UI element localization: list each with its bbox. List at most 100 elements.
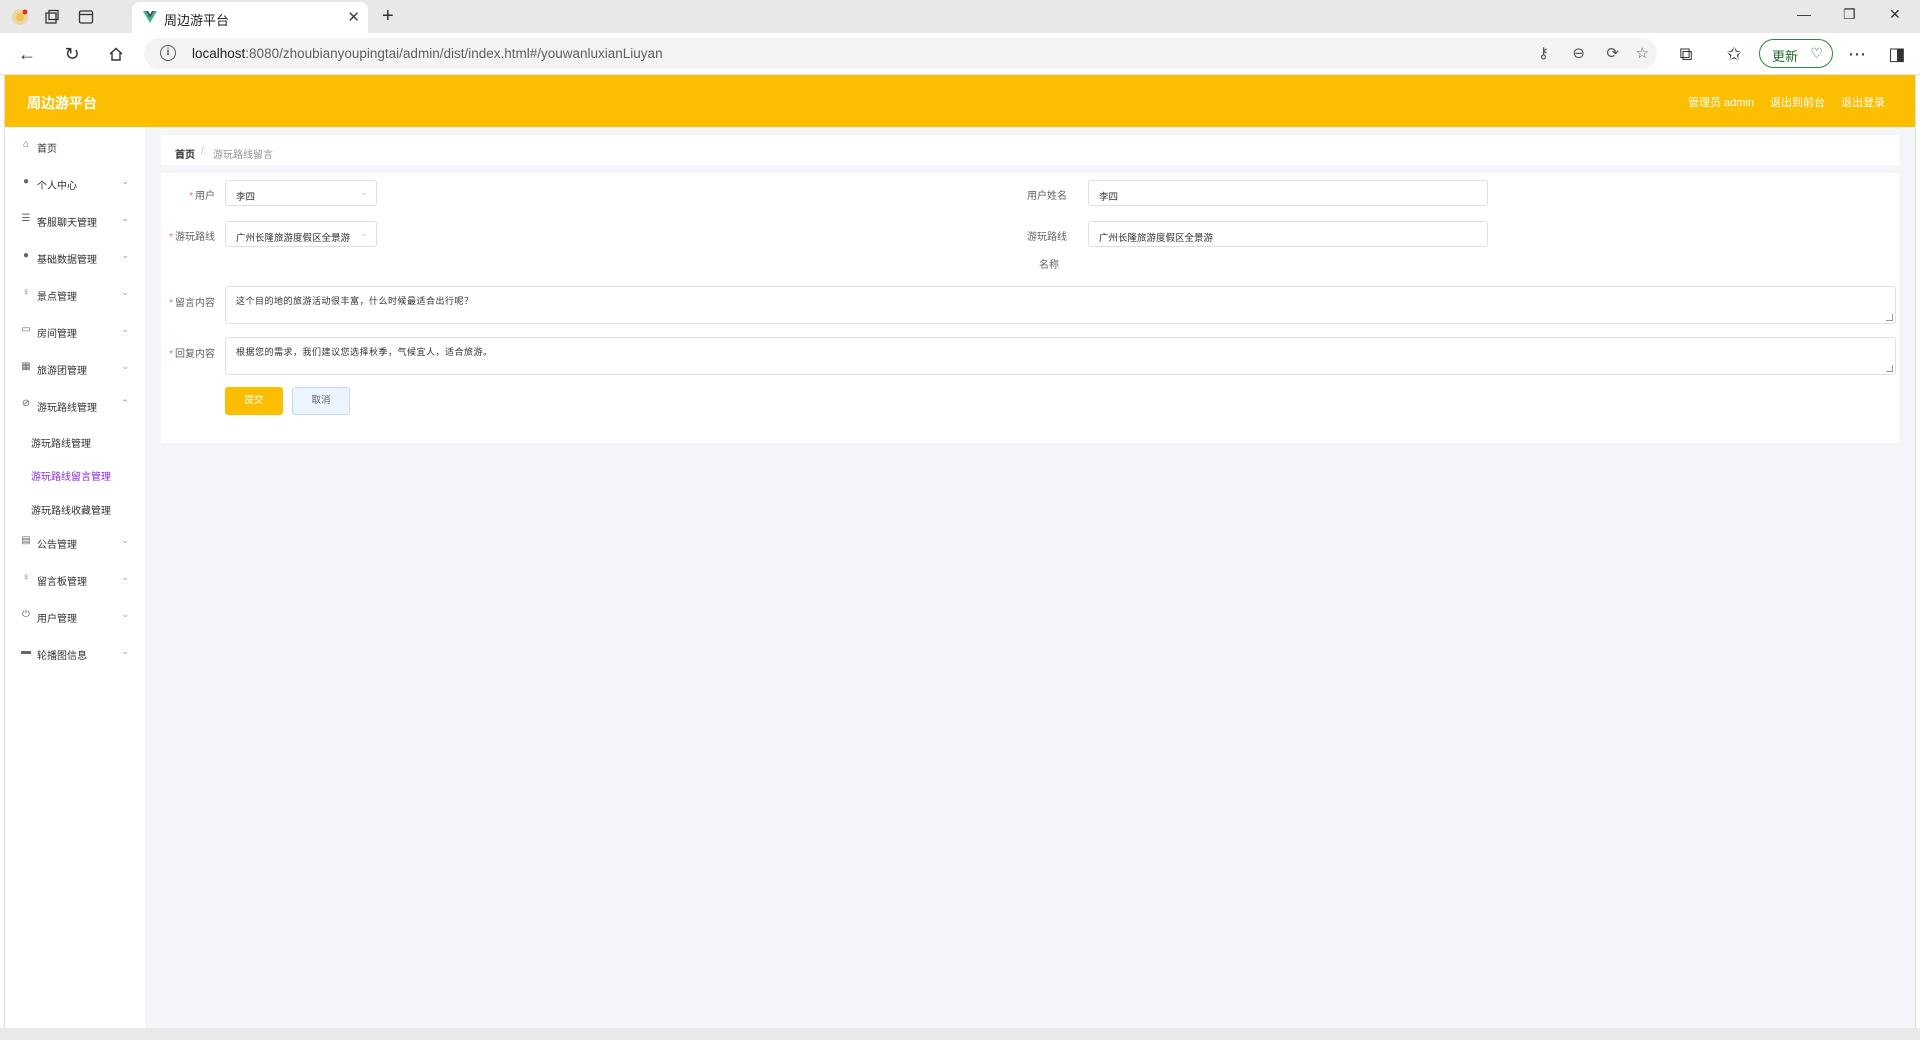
- route-select[interactable]: 广州长隆旅游度假区全景游 ⌄: [225, 221, 377, 247]
- chevron-down-icon: ⌄: [121, 646, 129, 656]
- chevron-down-icon: ⌄: [121, 213, 129, 223]
- restore-icon[interactable]: ❐: [1843, 6, 1856, 23]
- route-name-label: 游玩路线: [1027, 232, 1067, 243]
- resize-handle-icon[interactable]: [1886, 314, 1893, 321]
- url-text: localhost:8080/zhoubianyoupingtai/admin/…: [192, 46, 663, 61]
- window-close-icon[interactable]: ✕: [1889, 6, 1901, 23]
- grid-icon: ▦: [21, 361, 31, 372]
- browser-tab[interactable]: 周边游平台 ✕: [132, 2, 368, 33]
- collections-icon[interactable]: [42, 7, 62, 27]
- sidebar: ⌂ 首页 ● 个人中心 ⌄ ☰ 客服聊天管理 ⌄ ● 基础数据管理 ⌄ ♀ 景点…: [5, 127, 145, 1028]
- admin-label: 管理员 admin: [1687, 97, 1754, 109]
- user-icon: ●: [22, 176, 30, 187]
- location-icon: ●: [22, 250, 30, 261]
- sidebar-item-routes[interactable]: ⊘ 游玩路线管理 ⌃: [5, 386, 145, 422]
- user-label: * 用户: [189, 191, 215, 202]
- brand-title: 周边游平台: [27, 95, 97, 111]
- trash-icon: ▤: [21, 535, 31, 546]
- minimize-icon[interactable]: —: [1797, 6, 1811, 22]
- chevron-down-icon: ⌄: [121, 535, 129, 545]
- route-name-field[interactable]: 广州长隆旅游度假区全景游: [1088, 221, 1488, 247]
- message-label: * 留言内容: [169, 298, 215, 309]
- new-tab-icon[interactable]: +: [382, 5, 394, 28]
- back-icon[interactable]: ←: [16, 43, 38, 65]
- user-name-field[interactable]: 李四: [1088, 180, 1488, 206]
- sidebar-item-message-board[interactable]: ♀ 留言板管理 ⌄: [5, 560, 145, 596]
- update-button[interactable]: 更新 ♡: [1759, 39, 1833, 68]
- chevron-down-icon: ⌄: [121, 361, 129, 371]
- chevron-down-icon: ⌄: [360, 187, 368, 197]
- chat-icon: ▭: [21, 324, 31, 335]
- message-form: * 用户 李四 ⌄ 用户姓名 李四 * 游玩路线 广州长隆旅游度假区全景游 ⌄ 游玩…: [161, 173, 1899, 443]
- top-header: 周边游平台 管理员 admin 退出到前台 退出登录: [5, 75, 1915, 127]
- microphone-icon: ♀: [22, 572, 30, 583]
- chevron-down-icon: ⌄: [121, 287, 129, 297]
- favorite-star-icon[interactable]: ☆: [1636, 44, 1649, 62]
- profile-avatar-icon[interactable]: [10, 7, 30, 27]
- sidebar-item-personal[interactable]: ● 个人中心 ⌄: [5, 164, 145, 200]
- reply-label: * 回复内容: [169, 349, 215, 360]
- sidebar-item-chat[interactable]: ☰ 客服聊天管理 ⌄: [5, 201, 145, 237]
- microphone-icon: ♀: [22, 287, 30, 298]
- resize-handle-icon[interactable]: [1886, 365, 1893, 372]
- user-name-label: 用户姓名: [1027, 191, 1067, 202]
- sidebar-item-scenic[interactable]: ♀ 景点管理 ⌄: [5, 275, 145, 311]
- browser-tab-bar: 周边游平台 ✕ + — ❐ ✕: [0, 0, 1920, 33]
- sidebar-subitem-route-message[interactable]: 游玩路线留言管理: [31, 468, 111, 483]
- chevron-down-icon: ⌄: [121, 250, 129, 260]
- key-icon[interactable]: ⚷: [1538, 44, 1549, 62]
- address-bar[interactable]: i localhost:8080/zhoubianyoupingtai/admi…: [144, 38, 1657, 69]
- edge-refresh-icon[interactable]: ⟳: [1606, 44, 1619, 62]
- sidebar-item-users[interactable]: ⏻ 用户管理 ⌄: [5, 597, 145, 633]
- user-select[interactable]: 李四 ⌄: [225, 180, 377, 206]
- breadcrumb-home[interactable]: 首页: [175, 146, 195, 161]
- extensions-icon[interactable]: ⧉: [1675, 43, 1697, 65]
- sidebar-subitem-route-favorite[interactable]: 游玩路线收藏管理: [31, 502, 111, 517]
- chevron-down-icon: ⌄: [121, 176, 129, 186]
- power-icon: ⏻: [22, 609, 30, 620]
- route-label: * 游玩路线: [169, 232, 215, 243]
- tab-title: 周边游平台: [164, 13, 230, 28]
- address-bar-row: ← ↻ i localhost:8080/zhoubianyoupingtai/…: [0, 33, 1920, 75]
- sidebar-toggle-icon[interactable]: ◨: [1886, 43, 1908, 65]
- vue-favicon-icon: [143, 11, 157, 23]
- sliders-icon: ☰: [21, 213, 31, 224]
- message-textarea[interactable]: 这个目的地的旅游活动很丰富，什么时候最适合出行呢？: [225, 286, 1896, 324]
- chat-icon: ▬: [21, 646, 31, 657]
- chevron-down-icon: ⌄: [121, 572, 129, 582]
- sidebar-item-basic-data[interactable]: ● 基础数据管理 ⌄: [5, 238, 145, 274]
- sidebar-item-rooms[interactable]: ▭ 房间管理 ⌄: [5, 312, 145, 348]
- chevron-down-icon: ⌄: [360, 228, 368, 238]
- breadcrumb-separator: /: [201, 146, 204, 157]
- tab-close-icon[interactable]: ✕: [347, 8, 360, 26]
- vertical-tabs-icon[interactable]: [76, 7, 96, 27]
- logout-link[interactable]: 退出登录: [1841, 94, 1885, 110]
- taskbar-strip: [0, 1028, 1920, 1040]
- favorites-icon[interactable]: ✩: [1723, 43, 1745, 65]
- breadcrumb: 首页 / 游玩路线留言: [161, 135, 1899, 165]
- breadcrumb-current: 游玩路线留言: [213, 150, 273, 161]
- sidebar-subitem-route-manage[interactable]: 游玩路线管理: [31, 435, 91, 450]
- sidebar-item-carousel[interactable]: ▬ 轮播图信息 ⌄: [5, 634, 145, 670]
- route-name-label-suffix: 名称: [1039, 260, 1059, 271]
- app-window: 周边游平台 管理员 admin 退出到前台 退出登录 ⌂ 首页 ● 个人中心 ⌄…: [4, 75, 1916, 1028]
- sidebar-item-home[interactable]: ⌂ 首页: [5, 127, 145, 163]
- disabled-bell-icon: ⊘: [21, 398, 31, 409]
- chevron-down-icon: ⌄: [121, 609, 129, 619]
- site-info-icon[interactable]: i: [160, 45, 176, 61]
- reload-icon[interactable]: ↻: [61, 43, 83, 65]
- home-browser-icon[interactable]: [105, 43, 127, 65]
- reply-textarea[interactable]: 根据您的需求，我们建议您选择秋季，气候宜人，适合旅游。: [225, 337, 1896, 375]
- heart-icon: ♡: [1810, 45, 1823, 61]
- submit-button[interactable]: 提交: [225, 387, 283, 415]
- zoom-icon[interactable]: ⊖: [1572, 44, 1585, 62]
- cancel-button[interactable]: 取消: [292, 387, 350, 415]
- chevron-down-icon: ⌄: [121, 324, 129, 334]
- header-links: 管理员 admin 退出到前台 退出登录: [1688, 94, 1885, 110]
- chevron-up-icon: ⌃: [121, 398, 129, 408]
- sidebar-item-tour-group[interactable]: ▦ 旅游团管理 ⌄: [5, 349, 145, 385]
- more-menu-icon[interactable]: ⋯: [1846, 43, 1868, 65]
- sidebar-item-notice[interactable]: ▤ 公告管理 ⌄: [5, 523, 145, 559]
- frontend-link[interactable]: 退出到前台: [1770, 94, 1825, 110]
- home-icon: ⌂: [22, 139, 30, 150]
